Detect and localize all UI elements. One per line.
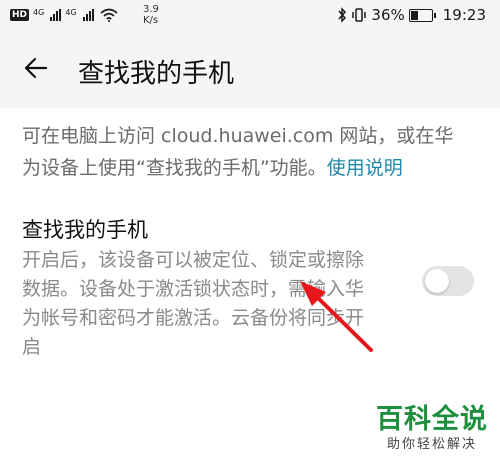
arrow-left-icon [24, 57, 48, 79]
watermark-title: 百科全说 [376, 404, 488, 435]
network-type-1: 4G [33, 8, 45, 17]
find-my-phone-title: 查找我的手机 [22, 218, 148, 242]
usage-guide-link[interactable]: 使用说明 [327, 157, 403, 179]
speed-value: 3.9 [143, 4, 159, 15]
network-indicators: HD 4G 4G [10, 0, 118, 30]
find-my-phone-description: 开启后，该设备可以被定位、锁定或擦除数据。设备处于激活锁状态时，需输入华为帐号和… [22, 249, 365, 358]
network-speed: 3.9 K/s [143, 0, 159, 30]
battery-icon [408, 8, 436, 22]
wifi-icon [100, 8, 118, 22]
clock: 19:23 [442, 6, 486, 24]
battery-percent: 36% [371, 6, 405, 24]
signal-icon-1 [50, 9, 62, 21]
toggle-knob [425, 269, 449, 293]
intro-text-block: 可在电脑上访问 cloud.huawei.com 网站，或在华为设备上使用“查找… [22, 120, 462, 184]
status-bar: HD 4G 4G 3.9 K/s 36% 19:23 [0, 0, 500, 30]
system-indicators: 36% 19:23 [337, 0, 486, 30]
watermark: 百科全说 助你轻松解决 [376, 404, 488, 454]
hd-badge: HD [10, 9, 30, 21]
signal-icon-2 [82, 9, 94, 21]
find-my-phone-toggle[interactable] [422, 266, 474, 296]
network-type-2: 4G [65, 8, 77, 17]
app-header: 查找我的手机 [0, 30, 500, 108]
speed-unit: K/s [143, 15, 159, 26]
vibrate-icon [352, 8, 367, 22]
bluetooth-icon [338, 7, 347, 23]
watermark-subtitle: 助你轻松解决 [386, 437, 477, 452]
back-button[interactable] [22, 54, 50, 82]
page-title: 查找我的手机 [78, 59, 235, 89]
